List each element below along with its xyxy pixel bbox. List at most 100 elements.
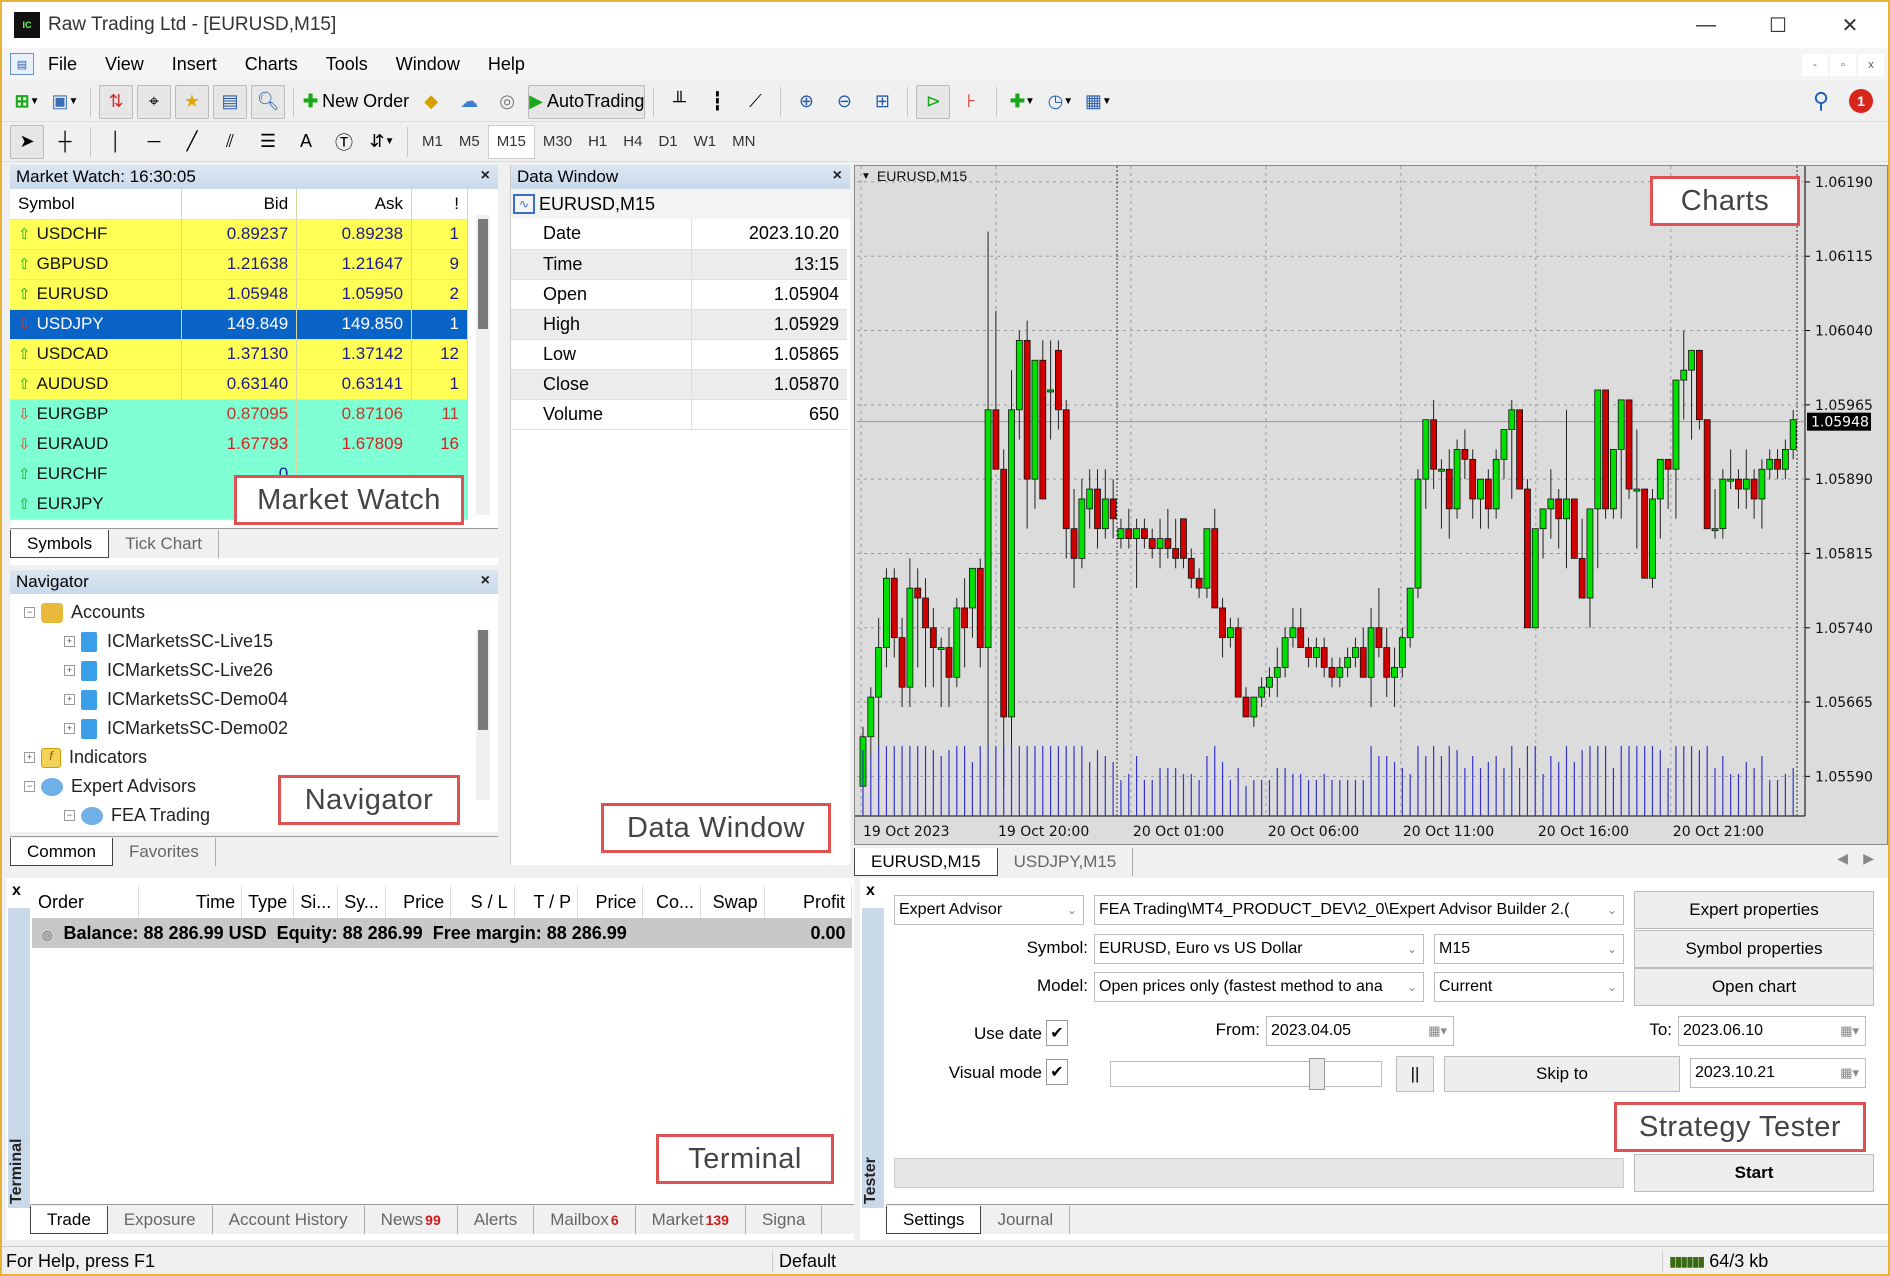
chart-shift-button[interactable]: ⊦ [954, 85, 988, 119]
timeframe-m1[interactable]: M1 [414, 125, 451, 159]
collapse-icon[interactable]: − [24, 781, 35, 792]
templates-button[interactable]: ▦ ▼ [1081, 85, 1115, 119]
menu-charts[interactable]: Charts [231, 54, 312, 75]
skip-to-button[interactable]: Skip to [1444, 1056, 1680, 1092]
symbol-select[interactable]: EURUSD, Euro vs US Dollar ⌄ [1094, 934, 1424, 964]
signals-button[interactable]: ◎ [490, 85, 524, 119]
expert-properties-button[interactable]: Expert properties [1634, 891, 1874, 929]
calendar-icon[interactable]: ▦▾ [1428, 1023, 1447, 1039]
scrollbar-thumb[interactable] [478, 219, 488, 329]
market-watch-toggle[interactable]: ⇅ [99, 84, 133, 119]
symbol-cell[interactable]: ⇩ USDJPY [10, 309, 183, 340]
market-watch-row[interactable]: ⇧ USDCAD 1.37130 1.37142 12 [10, 339, 468, 370]
visual-speed-slider[interactable] [1110, 1058, 1382, 1090]
column-header-ask[interactable]: Ask [296, 189, 413, 220]
column-header-bid[interactable]: Bid [181, 189, 298, 220]
cursor-tool[interactable]: ➤ [10, 124, 44, 159]
navigator-item[interactable]: + ICMarketsSC-Live26 [10, 656, 498, 685]
column-header-time[interactable]: Time [138, 886, 243, 918]
timeframe-m30[interactable]: M30 [535, 125, 580, 159]
tab-account-history[interactable]: Account History [213, 1206, 365, 1234]
column-header-sl[interactable]: S / L [450, 886, 515, 918]
new-chart-button[interactable]: ⊞ ▼ [10, 85, 44, 119]
mdi-restore-button[interactable]: ▫ [1830, 54, 1856, 76]
close-icon[interactable]: × [481, 167, 490, 185]
menu-view[interactable]: View [91, 54, 158, 75]
periods-button[interactable]: ◷ ▼ [1043, 85, 1077, 119]
timeframe-h4[interactable]: H4 [615, 125, 650, 159]
column-header-symbol[interactable]: Symbol [10, 189, 183, 220]
column-header-sy[interactable]: Sy... [337, 886, 386, 918]
column-header-swap[interactable]: Swap [700, 886, 765, 918]
tab-symbols[interactable]: Symbols [10, 530, 110, 558]
pause-button[interactable]: || [1396, 1056, 1434, 1092]
market-watch-row[interactable]: ⇩ EURAUD 1.67793 1.67809 16 [10, 429, 468, 460]
open-chart-button[interactable]: Open chart [1634, 968, 1874, 1006]
timeframe-mn[interactable]: MN [724, 125, 763, 159]
menu-window[interactable]: Window [382, 54, 474, 75]
bar-chart-button[interactable]: ╨ [662, 85, 696, 119]
zoom-out-button[interactable]: ⊖ [827, 85, 861, 119]
slider-thumb[interactable] [1309, 1058, 1326, 1090]
tab-chart-eurusd[interactable]: EURUSD,M15 [854, 848, 998, 876]
calendar-icon[interactable]: ▦▾ [1840, 1065, 1859, 1081]
minimize-button[interactable]: — [1670, 2, 1742, 48]
tab-chart-usdjpy[interactable]: USDJPY,M15 [998, 848, 1134, 876]
column-header-order[interactable]: Order [32, 886, 140, 918]
navigator-item[interactable]: + ICMarketsSC-Live15 [10, 627, 498, 656]
expand-icon[interactable]: + [64, 665, 75, 676]
auto-scroll-button[interactable]: ⊳ [916, 84, 951, 119]
document-icon[interactable]: ▤ [10, 53, 34, 75]
from-date-input[interactable]: 2023.04.05 ▦▾ [1266, 1016, 1454, 1046]
tab-common[interactable]: Common [10, 838, 113, 866]
timeframe-d1[interactable]: D1 [650, 125, 685, 159]
symbol-cell[interactable]: ⇩ EURAUD [10, 429, 183, 460]
menu-help[interactable]: Help [474, 54, 539, 75]
expand-icon[interactable]: + [64, 636, 75, 647]
market-watch-row[interactable]: ⇧ GBPUSD 1.21638 1.21647 9 [10, 249, 468, 280]
chevron-down-icon[interactable]: ▼ [861, 171, 871, 182]
equidistant-channel-tool[interactable]: ⫽ [213, 125, 247, 159]
chart-window[interactable]: 1.06190 1.06115 1.06040 1.05965 1.05890 1.058… [854, 165, 1888, 845]
tab-signa[interactable]: Signa [746, 1206, 823, 1234]
autotrading-button[interactable]: ▶ AutoTrading [528, 84, 646, 119]
timeframe-m5[interactable]: M5 [451, 125, 488, 159]
mdi-close-button[interactable]: x [1858, 54, 1884, 76]
crosshair-tool[interactable]: ┼ [48, 125, 82, 159]
tab-mailbox[interactable]: Mailbox 6 [534, 1206, 636, 1234]
timeframe-h1[interactable]: H1 [580, 125, 615, 159]
expand-icon[interactable]: + [24, 752, 35, 763]
column-header-price[interactable]: Price [577, 886, 644, 918]
close-button[interactable]: ✕ [1814, 2, 1886, 48]
navigator-toggle[interactable]: ★ [175, 84, 209, 119]
symbol-cell[interactable]: ⇩ EURGBP [10, 399, 183, 430]
metaeditor-button[interactable]: ◆ [414, 85, 448, 119]
symbol-cell[interactable]: ⇧ EURJPY [10, 489, 183, 520]
calendar-icon[interactable]: ▦▾ [1840, 1023, 1859, 1039]
start-button[interactable]: Start [1634, 1154, 1874, 1192]
market-watch-scrollbar[interactable] [476, 215, 490, 515]
symbol-cell[interactable]: ⇧ GBPUSD [10, 249, 183, 280]
tab-scroll-right-icon[interactable]: ▶ [1863, 850, 1874, 867]
symbol-cell[interactable]: ⇧ EURCHF [10, 459, 183, 490]
column-header-si[interactable]: Si... [293, 886, 339, 918]
maximize-button[interactable]: ☐ [1742, 2, 1814, 48]
search-button[interactable]: ⚲ [1804, 84, 1838, 118]
close-icon[interactable]: x [12, 882, 21, 900]
visual-mode-checkbox[interactable]: ✔ [1046, 1059, 1068, 1085]
close-icon[interactable]: x [866, 882, 875, 900]
expand-icon[interactable]: + [64, 694, 75, 705]
vps-button[interactable]: ☁ [452, 85, 486, 119]
candlestick-chart-button[interactable]: ┇ [700, 85, 734, 119]
tab-journal[interactable]: Journal [981, 1206, 1071, 1234]
data-window-toggle[interactable]: ⌖ [137, 84, 171, 119]
connection-status[interactable]: ▮▮▮▮▮▮ 64/3 kb [1662, 1251, 1768, 1272]
line-chart-button[interactable]: ⟋ [738, 85, 772, 119]
model-select[interactable]: Open prices only (fastest method to ana ⌄ [1094, 972, 1424, 1002]
navigator-scrollbar[interactable] [476, 630, 490, 800]
navigator-item[interactable]: + ICMarketsSC-Demo04 [10, 685, 498, 714]
tab-exposure[interactable]: Exposure [108, 1206, 213, 1234]
text-tool[interactable]: A [289, 125, 323, 159]
tab-trade[interactable]: Trade [30, 1206, 108, 1234]
symbol-cell[interactable]: ⇧ EURUSD [10, 279, 183, 310]
